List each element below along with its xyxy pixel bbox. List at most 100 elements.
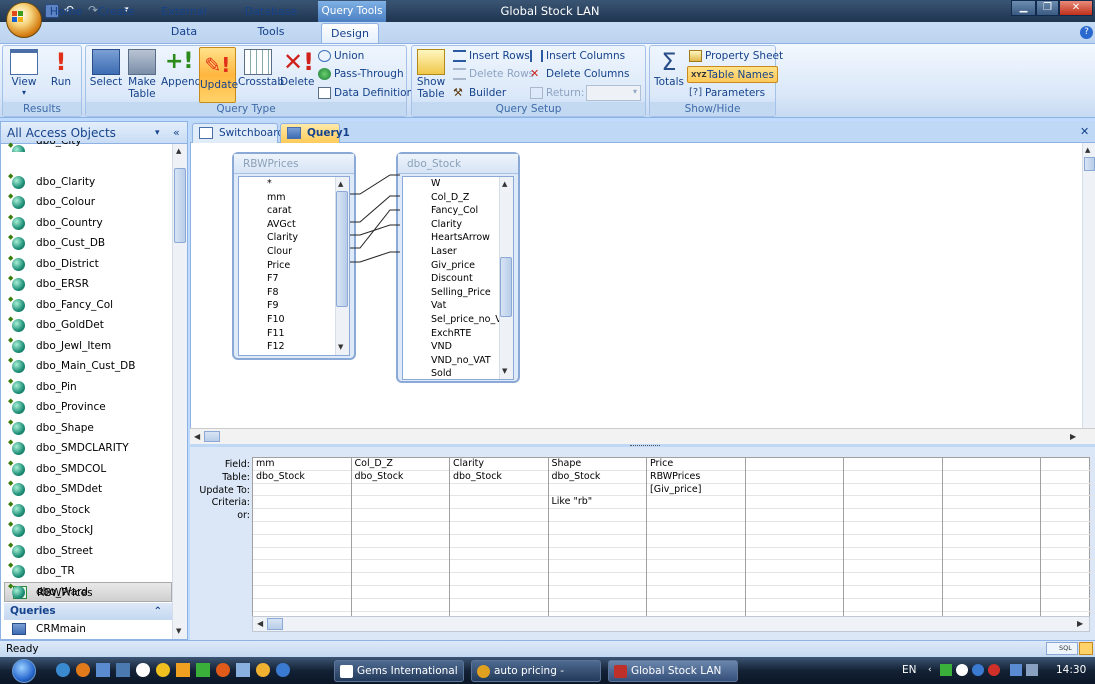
field-item[interactable]: W <box>403 177 513 191</box>
grid-cell[interactable] <box>351 496 449 510</box>
grid-cell[interactable] <box>351 522 449 535</box>
append-button[interactable]: +! Append <box>161 49 201 101</box>
grid-cell[interactable] <box>253 599 351 612</box>
grid-cell[interactable] <box>450 496 548 510</box>
field-item[interactable]: F9 <box>239 299 349 313</box>
grid-cell[interactable] <box>253 509 351 522</box>
grid-cell[interactable] <box>548 484 646 497</box>
nav-scrollbar[interactable]: ▲ ▼ <box>172 144 187 639</box>
grid-cell[interactable] <box>942 509 1040 522</box>
field-scrollbar[interactable]: ▲ ▼ <box>499 177 513 379</box>
grid-cell[interactable] <box>745 599 843 612</box>
parameters-button[interactable]: [?] Parameters <box>689 85 765 102</box>
grid-cell[interactable] <box>844 599 942 612</box>
union-button[interactable]: Union <box>318 48 364 65</box>
field-item[interactable]: AVGct <box>239 218 349 232</box>
grid-cell[interactable] <box>745 548 843 561</box>
nav-item[interactable]: ◆ dbo_Shape <box>4 418 172 439</box>
grid-hscrollbar[interactable]: ◀ ▶ <box>252 616 1090 632</box>
grid-cell[interactable] <box>253 586 351 599</box>
scroll-up-icon[interactable]: ▲ <box>502 180 507 188</box>
help-icon[interactable]: ? <box>1080 26 1093 39</box>
nav-item[interactable]: ◆ dbo_Jewl_Item <box>4 336 172 357</box>
scroll-up-icon[interactable]: ▲ <box>1085 146 1090 154</box>
firefox-icon[interactable] <box>76 663 90 677</box>
close-document-icon[interactable]: ✕ <box>1080 125 1089 138</box>
grid-cell[interactable] <box>253 522 351 535</box>
taskbar-task-global-stock[interactable]: Global Stock LAN <box>608 660 738 682</box>
field-item[interactable]: Clarity <box>403 218 513 232</box>
field-item[interactable]: * <box>239 177 349 191</box>
grid-cell[interactable] <box>745 535 843 548</box>
grid-cell[interactable] <box>548 560 646 574</box>
grid-cell[interactable] <box>351 484 449 497</box>
nav-item[interactable]: ◆ dbo_Fancy_Col <box>4 295 172 316</box>
field-item[interactable]: F11 <box>239 327 349 341</box>
design-view-button[interactable] <box>1079 642 1093 655</box>
minimize-button[interactable]: ▁ <box>1011 0 1036 16</box>
tray-icon[interactable] <box>988 664 1000 676</box>
grid-cell[interactable] <box>942 573 1040 586</box>
close-button[interactable]: ✕ <box>1059 0 1093 16</box>
delete-columns-button[interactable]: ✕ Delete Columns <box>530 66 630 83</box>
grid-cell[interactable]: Like "rb" <box>548 496 646 510</box>
show-table-button[interactable]: Show Table <box>414 49 448 101</box>
grid-cell[interactable]: mm <box>253 458 351 471</box>
grid-cell[interactable] <box>351 599 449 612</box>
scroll-down-icon[interactable]: ▼ <box>502 367 507 375</box>
grid-cell[interactable] <box>745 509 843 522</box>
grid-cell[interactable] <box>1041 599 1095 612</box>
grid-cell[interactable] <box>253 548 351 561</box>
scroll-right-icon[interactable]: ▶ <box>1070 432 1076 441</box>
grid-cell[interactable] <box>942 522 1040 535</box>
nav-item[interactable]: ◆ dbo_SMDCLARITY <box>4 438 172 459</box>
doc-tab-switchboard[interactable]: Switchboard <box>192 123 284 143</box>
field-item[interactable]: mm <box>239 191 349 205</box>
grid-cell[interactable] <box>1041 573 1095 586</box>
field-item[interactable]: Clarity <box>239 231 349 245</box>
grid-cell[interactable] <box>450 599 548 612</box>
grid-cell[interactable] <box>942 586 1040 599</box>
grid-cell[interactable] <box>844 509 942 522</box>
grid-cell[interactable] <box>351 509 449 522</box>
return-select[interactable]: ▾ <box>586 85 641 101</box>
grid-cell[interactable] <box>844 458 942 471</box>
grid-cell[interactable] <box>942 484 1040 497</box>
delete-rows-button[interactable]: Delete Rows <box>453 66 534 83</box>
design-hscrollbar[interactable]: ◀ ▶ <box>190 428 1095 445</box>
sql-view-button[interactable]: SQL <box>1046 642 1078 655</box>
app-icon[interactable] <box>216 663 230 677</box>
delete-button[interactable]: ✕! Delete <box>280 49 315 101</box>
field-item[interactable]: Sold <box>403 367 513 381</box>
grid-cell[interactable] <box>1041 548 1095 561</box>
grid-cell[interactable] <box>647 560 745 574</box>
grid-cell[interactable] <box>548 586 646 599</box>
builder-button[interactable]: ⚒ Builder <box>453 85 506 102</box>
grid-cell[interactable] <box>745 522 843 535</box>
grid-cell[interactable] <box>844 560 942 574</box>
grid-cell[interactable]: dbo_Stock <box>253 471 351 484</box>
grid-cell[interactable] <box>548 548 646 561</box>
field-item[interactable]: Giv_price <box>403 259 513 273</box>
grid-cell[interactable] <box>1041 496 1095 510</box>
field-item[interactable]: Selling_Price <box>403 286 513 300</box>
grid-cell[interactable]: dbo_Stock <box>450 471 548 484</box>
app-icon[interactable] <box>196 663 210 677</box>
design-vscrollbar[interactable]: ▲ <box>1082 143 1095 428</box>
grid-cell[interactable] <box>844 522 942 535</box>
field-item[interactable]: Fancy_Col <box>403 204 513 218</box>
nav-collapse-icon[interactable]: « <box>173 122 180 144</box>
insert-columns-button[interactable]: Insert Columns <box>530 48 625 65</box>
grid-cell[interactable] <box>450 548 548 561</box>
grid-cell[interactable] <box>351 573 449 586</box>
taskbar-task-auto-pricing[interactable]: auto pricing - Acces... <box>471 660 601 682</box>
grid-cell[interactable] <box>351 560 449 574</box>
scroll-thumb[interactable] <box>267 618 283 630</box>
language-indicator[interactable]: EN <box>902 657 917 684</box>
scroll-up-icon[interactable]: ▲ <box>176 147 181 155</box>
grid-cell[interactable] <box>450 586 548 599</box>
table-window-dbo-stock[interactable]: dbo_Stock W Col_D_Z Fancy_Col Clarity Hearts… <box>396 152 520 383</box>
grid-cell[interactable] <box>253 560 351 574</box>
grid-cell[interactable]: RBWPrices <box>647 471 745 484</box>
grid-cell[interactable] <box>450 484 548 497</box>
